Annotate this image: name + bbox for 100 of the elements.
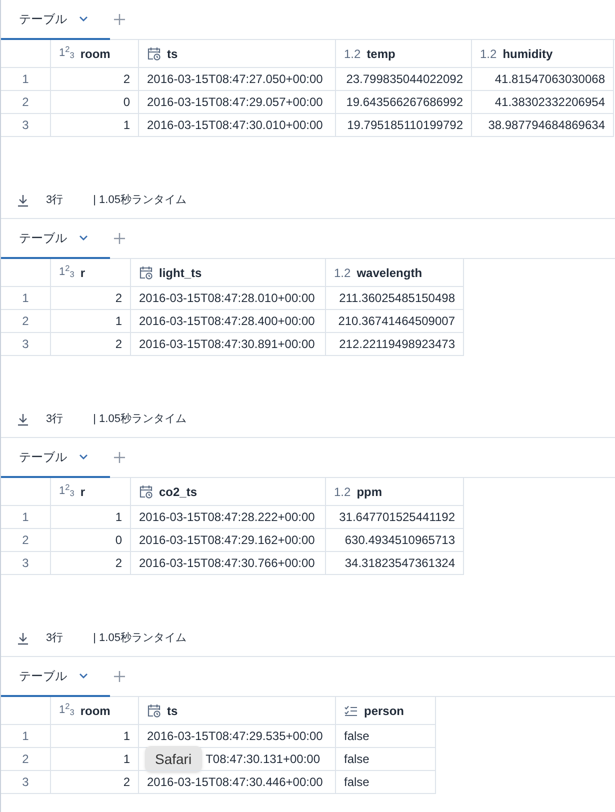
row-number: 3 <box>1 771 51 793</box>
chevron-down-icon[interactable] <box>79 16 88 22</box>
view-tab[interactable]: テーブル <box>1 657 110 697</box>
table-cell-text: 2 <box>115 336 122 353</box>
column-name: room <box>80 702 110 720</box>
column-name: co2_ts <box>159 484 198 500</box>
table-cell-text: 211.36025485150498 <box>339 290 455 307</box>
column-header[interactable]: light_ts <box>131 259 326 286</box>
row-number: 3 <box>1 114 51 136</box>
view-tab[interactable]: テーブル <box>1 219 110 259</box>
column-name: ppm <box>356 484 382 500</box>
table-cell-text: 210.36741464509007 <box>338 313 455 330</box>
column-header[interactable]: co2_ts <box>131 478 326 505</box>
table-cell-text: 2016-03-15T08:47:30.891+00:00 <box>139 336 315 353</box>
view-tab[interactable]: テーブル <box>1 438 110 478</box>
row-number: 1 <box>1 287 51 309</box>
row-number: 1 <box>1 506 51 528</box>
row-number: 2 <box>1 748 51 770</box>
column-name: person <box>364 702 404 720</box>
table-cell-text: 2016-03-15T08:47:29.057+00:00 <box>147 94 323 111</box>
column-name: humidity <box>502 46 553 62</box>
row-number: 1 <box>1 725 51 747</box>
table-cell-text: 2016-03-15T08:47:30.446+00:00 <box>147 774 323 791</box>
column-header[interactable]: 1.2 humidity <box>472 40 613 67</box>
table-cell-text: 1 <box>123 751 130 768</box>
row-number: 3 <box>1 552 51 574</box>
column-name: wavelength <box>356 264 422 282</box>
row-number: 1 <box>1 68 51 90</box>
table-cell-text: 38.987794684869634 <box>488 117 605 134</box>
table-cell-text: 34.31823547361324 <box>344 555 455 572</box>
table-cell-text: 2 <box>115 290 122 307</box>
runtime-label: | 1.05秒ランタイム <box>93 412 186 427</box>
row-count: 3行 <box>46 412 64 427</box>
table-cell-text: 2016-03-15T08:47:30.010+00:00 <box>147 117 323 134</box>
decimal-type-label: 1.2 <box>334 484 351 500</box>
add-icon[interactable] <box>114 14 125 25</box>
chevron-down-icon[interactable] <box>79 454 88 460</box>
table-cell-text: 1 <box>115 313 122 330</box>
table-cell-text: 0 <box>115 532 122 549</box>
table-cell-text: false <box>344 728 370 745</box>
table-cell-text: 2016-03-15T08:47:30.766+00:00 <box>139 555 315 572</box>
table-cell-text: 2 <box>123 774 130 791</box>
column-name: temp <box>366 46 396 62</box>
column-header[interactable]: 1.2 temp <box>336 40 472 67</box>
table-cell-text: 2016-03-15T08:47:27.050+00:00 <box>147 71 323 88</box>
table-cell-text: T08:47:30.131+00:00 <box>206 751 320 768</box>
add-icon[interactable] <box>114 233 125 244</box>
column-name: ts <box>167 702 178 720</box>
table-cell-text: 2016-03-15T08:47:29.535+00:00 <box>147 728 323 745</box>
row-number: 2 <box>1 529 51 551</box>
table-cell-text: 1 <box>123 117 130 134</box>
table-cell-text: 0 <box>123 94 130 111</box>
table-cell-text: 2016-03-15T08:47:28.400+00:00 <box>139 313 315 330</box>
row-number: 2 <box>1 310 51 332</box>
download-icon[interactable] <box>17 194 29 206</box>
table-cell-text: 41.81547063030068 <box>494 71 605 88</box>
download-icon[interactable] <box>17 632 29 644</box>
decimal-type-label: 1.2 <box>480 46 497 62</box>
chevron-down-icon[interactable] <box>79 235 88 241</box>
calendar-clock-icon <box>147 46 161 61</box>
tooltip: Safari <box>145 746 202 772</box>
decimal-type-label: 1.2 <box>334 264 351 282</box>
table-cell-text: 2 <box>115 555 122 572</box>
view-tab[interactable]: テーブル <box>1 0 110 40</box>
table-cell-text: 2016-03-15T08:47:29.162+00:00 <box>139 532 315 549</box>
decimal-type-label: 1.2 <box>344 46 361 62</box>
column-header[interactable]: ts <box>139 40 336 67</box>
table-cell-text: 2016-03-15T08:47:28.010+00:00 <box>139 290 315 307</box>
column-header[interactable]: 1.2 wavelength <box>326 259 463 286</box>
row-number: 2 <box>1 91 51 113</box>
column-name: room <box>80 46 110 62</box>
table-cell-text: false <box>344 774 370 791</box>
table-cell-text: 19.643566267686992 <box>346 94 463 111</box>
calendar-clock-icon <box>147 703 161 718</box>
row-count: 3行 <box>46 192 64 208</box>
column-header[interactable]: ts <box>139 697 336 724</box>
column-name: ts <box>167 46 178 62</box>
column-name: r <box>80 484 85 500</box>
calendar-clock-icon <box>139 265 153 280</box>
table-cell-text: 1 <box>123 728 130 745</box>
row-count: 3行 <box>46 630 64 646</box>
chevron-down-icon[interactable] <box>79 673 88 679</box>
table-cell-text: 212.22119498923473 <box>339 336 455 353</box>
checklist-icon <box>344 704 358 716</box>
download-icon[interactable] <box>17 412 29 426</box>
table-cell-text: 19.795185110199792 <box>347 117 463 134</box>
table-cell-text: 41.38302332206954 <box>494 94 605 111</box>
table-cell-text: 23.799835044022092 <box>346 71 463 88</box>
add-icon[interactable] <box>114 452 125 463</box>
table-cell-text: 31.647701525441192 <box>339 509 455 526</box>
add-icon[interactable] <box>114 671 125 682</box>
column-header[interactable]: person <box>336 697 435 724</box>
runtime-label: | 1.05秒ランタイム <box>93 192 186 208</box>
column-name: r <box>80 264 85 282</box>
table-cell-text: false <box>344 751 370 768</box>
row-number: 3 <box>1 333 51 355</box>
calendar-clock-icon <box>139 484 153 499</box>
column-header[interactable]: 1.2 ppm <box>326 478 463 505</box>
table-cell-text: 1 <box>115 509 122 526</box>
runtime-label: | 1.05秒ランタイム <box>93 630 186 646</box>
